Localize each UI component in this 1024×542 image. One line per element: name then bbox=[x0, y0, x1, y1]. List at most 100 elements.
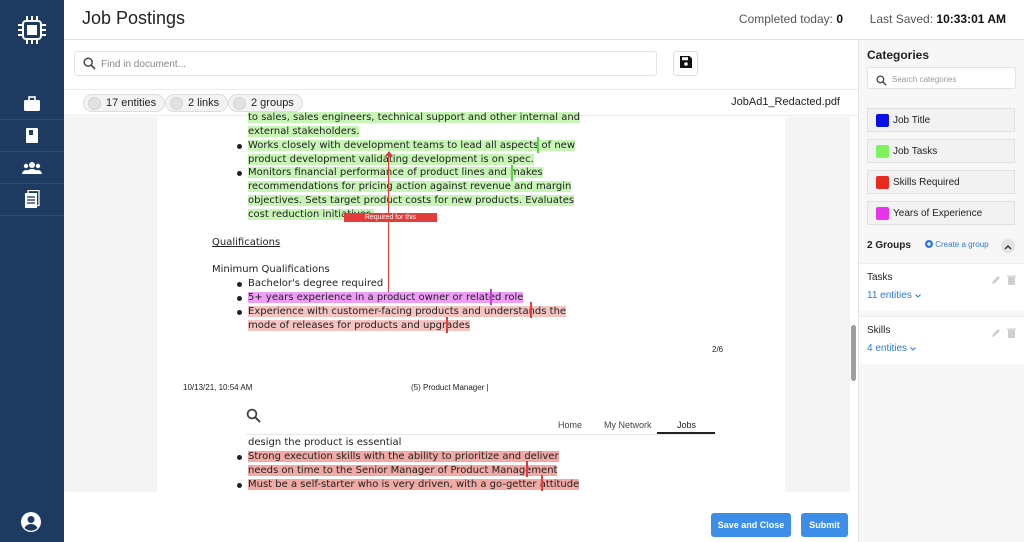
mini-tab-jobs: Jobs bbox=[677, 420, 697, 430]
plus-circle-icon bbox=[925, 240, 935, 249]
nav-documents[interactable] bbox=[0, 120, 64, 152]
mini-tab-home: Home bbox=[558, 420, 583, 430]
create-group-link[interactable]: Create a group bbox=[925, 240, 989, 249]
categories-panel: Categories Job Title Job Tasks Skills Re… bbox=[858, 40, 1024, 542]
chip-logo-icon[interactable] bbox=[16, 14, 48, 46]
links-chip[interactable]: 2 links bbox=[165, 94, 229, 112]
chevron-down-icon bbox=[914, 290, 921, 301]
entities-chip[interactable]: 17 entities bbox=[83, 94, 166, 112]
entity-link-label[interactable]: Required for this bbox=[344, 213, 437, 222]
status-info: Completed today: 0 Last Saved: 10:33:01 … bbox=[739, 12, 1006, 26]
bullet bbox=[237, 296, 242, 301]
users-icon bbox=[22, 161, 42, 175]
trash-icon[interactable] bbox=[1007, 325, 1016, 343]
groups-chip-label: 2 groups bbox=[251, 97, 294, 109]
entity-end-marker bbox=[530, 302, 532, 318]
magnifier-icon bbox=[246, 408, 261, 428]
briefcase-icon bbox=[23, 95, 41, 112]
page-title: Job Postings bbox=[82, 8, 186, 28]
entity-job-task[interactable]: recommendations for pricing action again… bbox=[248, 180, 572, 194]
entity-skill[interactable]: Experience with customer-facing products… bbox=[248, 305, 567, 319]
saved-value: 10:33:01 AM bbox=[936, 12, 1006, 26]
viewer-scrollbar-thumb[interactable] bbox=[851, 325, 856, 381]
chevron-up-icon bbox=[1004, 237, 1012, 255]
entity-skill[interactable]: Must be a self-starter who is very drive… bbox=[248, 478, 580, 492]
category-search-input[interactable] bbox=[892, 71, 1012, 87]
groups-heading: 2 Groups bbox=[867, 240, 911, 251]
save-and-close-button[interactable]: Save and Close bbox=[711, 513, 791, 537]
group-name: Tasks bbox=[867, 272, 893, 283]
entity-skill[interactable]: Strong execution skills with the ability… bbox=[248, 450, 559, 464]
bullet bbox=[237, 171, 242, 176]
category-label: Skills Required bbox=[893, 176, 960, 188]
collapse-groups-button[interactable] bbox=[1001, 239, 1015, 253]
bullet bbox=[237, 455, 242, 460]
entity-skill[interactable]: needs on time to the Senior Manager of P… bbox=[248, 464, 558, 478]
group-tasks[interactable]: Tasks 11 entities bbox=[859, 263, 1024, 311]
entity-end-marker bbox=[511, 165, 513, 181]
mini-tab-network: My Network bbox=[604, 420, 652, 430]
entity-job-task[interactable]: objectives. Sets target product costs fo… bbox=[248, 194, 575, 208]
links-chip-label: 2 links bbox=[188, 97, 220, 109]
category-job-title[interactable]: Job Title bbox=[867, 108, 1015, 132]
edit-pencil-icon[interactable] bbox=[991, 325, 1001, 343]
document-line: design the product is essential bbox=[248, 437, 402, 448]
categories-title: Categories bbox=[867, 48, 930, 62]
category-years-experience[interactable]: Years of Experience bbox=[867, 201, 1015, 225]
entity-end-marker bbox=[490, 289, 492, 305]
bullet bbox=[237, 282, 242, 287]
entity-job-task[interactable]: Works closely with development teams to … bbox=[248, 139, 576, 153]
entity-end-marker bbox=[537, 137, 539, 153]
book-icon bbox=[25, 127, 39, 144]
entities-chip-label: 17 entities bbox=[106, 97, 157, 109]
entity-job-task[interactable]: external stakeholders. bbox=[248, 125, 360, 139]
group-entity-count[interactable]: 4 entities bbox=[867, 343, 916, 354]
category-skills-required[interactable]: Skills Required bbox=[867, 170, 1015, 194]
entity-skill[interactable]: mode of releases for products and upgrad… bbox=[248, 319, 470, 333]
entity-end-marker bbox=[446, 317, 448, 333]
header: Job Postings Completed today: 0 Last Sav… bbox=[64, 0, 1024, 40]
groups-chip[interactable]: 2 groups bbox=[228, 94, 303, 112]
bullet bbox=[237, 144, 242, 149]
completed-value: 0 bbox=[836, 12, 843, 26]
page-footer-date: 10/13/21, 10:54 AM bbox=[183, 383, 253, 392]
edit-pencil-icon[interactable] bbox=[991, 272, 1001, 290]
trash-icon[interactable] bbox=[1007, 272, 1016, 290]
page-footer-title: (5) Product Manager | bbox=[411, 383, 489, 392]
min-qualifications-heading: Minimum Qualifications bbox=[212, 264, 330, 275]
group-entity-count[interactable]: 11 entities bbox=[867, 290, 921, 301]
nav-reports[interactable] bbox=[0, 184, 64, 216]
entity-job-task[interactable]: to sales, sales engineers, technical sup… bbox=[248, 111, 581, 125]
find-input[interactable] bbox=[101, 55, 641, 73]
entity-end-marker bbox=[526, 461, 528, 477]
entity-job-task[interactable]: Monitors financial performance of produc… bbox=[248, 166, 543, 180]
user-account-icon[interactable] bbox=[20, 511, 42, 533]
saved-label: Last Saved: bbox=[869, 12, 934, 26]
group-name: Skills bbox=[867, 325, 891, 336]
viewer-scrollbar[interactable] bbox=[850, 117, 858, 492]
category-job-tasks[interactable]: Job Tasks bbox=[867, 139, 1015, 163]
qualification-line: Bachelor's degree required bbox=[248, 278, 384, 289]
bullet bbox=[237, 310, 242, 315]
group-skills[interactable]: Skills 4 entities bbox=[859, 316, 1024, 364]
category-label: Job Tasks bbox=[893, 145, 938, 157]
nav-users[interactable] bbox=[0, 152, 64, 184]
submit-button[interactable]: Submit bbox=[801, 513, 848, 537]
qualifications-heading: Qualifications bbox=[212, 237, 281, 248]
color-swatch bbox=[876, 206, 889, 220]
floppy-disk-icon bbox=[679, 55, 692, 73]
search-icon bbox=[876, 73, 887, 91]
divider bbox=[246, 434, 714, 435]
category-search bbox=[867, 67, 1016, 89]
document-filename: JobAd1_Redacted.pdf bbox=[731, 96, 840, 108]
save-button[interactable] bbox=[673, 51, 698, 76]
page-number: 2/6 bbox=[712, 345, 724, 354]
nav-jobs[interactable] bbox=[0, 88, 64, 120]
entity-link-line[interactable] bbox=[388, 155, 389, 296]
color-swatch bbox=[876, 144, 889, 158]
left-nav bbox=[0, 0, 64, 542]
search-icon bbox=[83, 57, 96, 75]
entity-years-experience[interactable]: 5+ years experience in a product owner o… bbox=[248, 291, 524, 305]
color-swatch bbox=[876, 113, 889, 127]
chevron-down-icon bbox=[909, 343, 916, 354]
